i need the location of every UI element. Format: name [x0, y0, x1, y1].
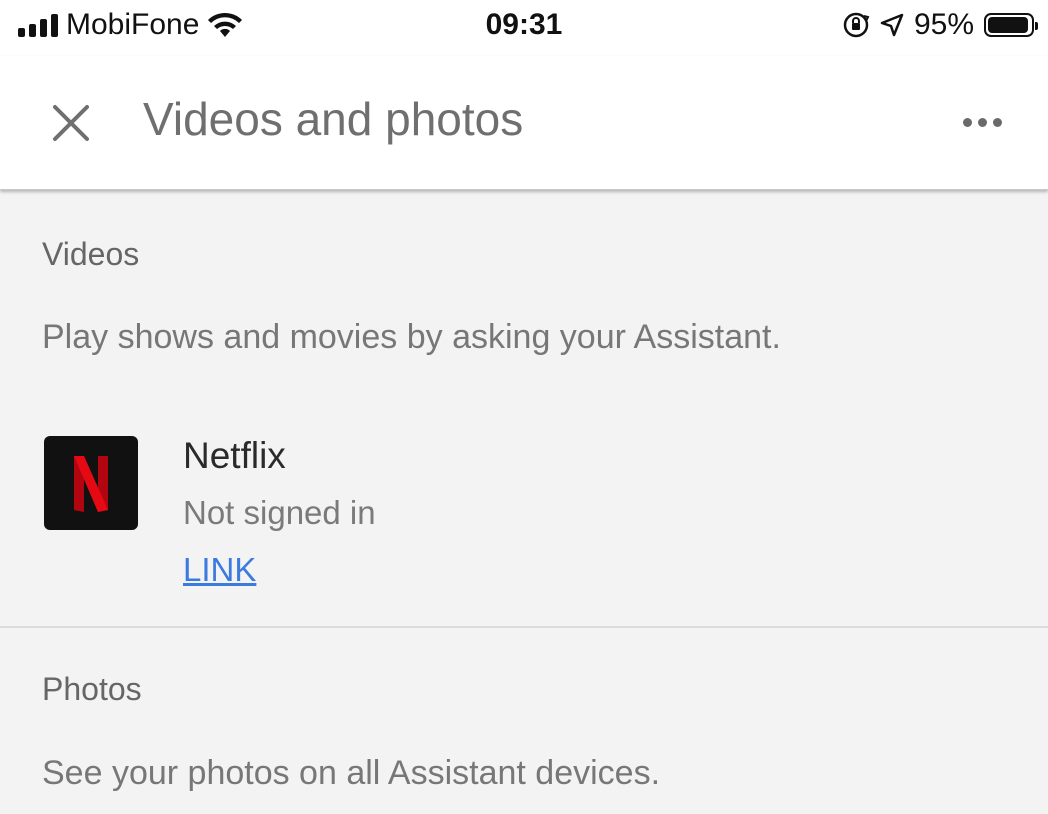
battery-fill [988, 17, 1028, 33]
page-title: Videos and photos [143, 93, 524, 145]
more-options-button[interactable] [952, 102, 1012, 142]
status-right: 95% [842, 8, 1038, 42]
orientation-lock-icon [843, 12, 870, 38]
photos-section-title: Photos [42, 671, 142, 707]
netflix-logo [44, 436, 138, 530]
provider-name: Netflix [183, 435, 286, 476]
more-icon [962, 117, 972, 127]
location-icon [880, 13, 904, 37]
app-bar: Videos and photos [0, 56, 1048, 190]
section-divider [0, 626, 1048, 628]
videos-section-title: Videos [42, 236, 140, 272]
status-bar: MobiFone 09:31 95% [0, 0, 1048, 56]
provider-status: Not signed in [183, 494, 376, 531]
close-button[interactable] [44, 96, 98, 150]
battery-percent: 95% [913, 8, 974, 41]
videos-section-description: Play shows and movies by asking your Ass… [42, 318, 781, 356]
link-account-button[interactable]: LINK [183, 551, 256, 589]
battery-icon [984, 13, 1038, 37]
close-icon [53, 105, 89, 141]
photos-section-description: See your photos on all Assistant devices… [42, 754, 661, 792]
